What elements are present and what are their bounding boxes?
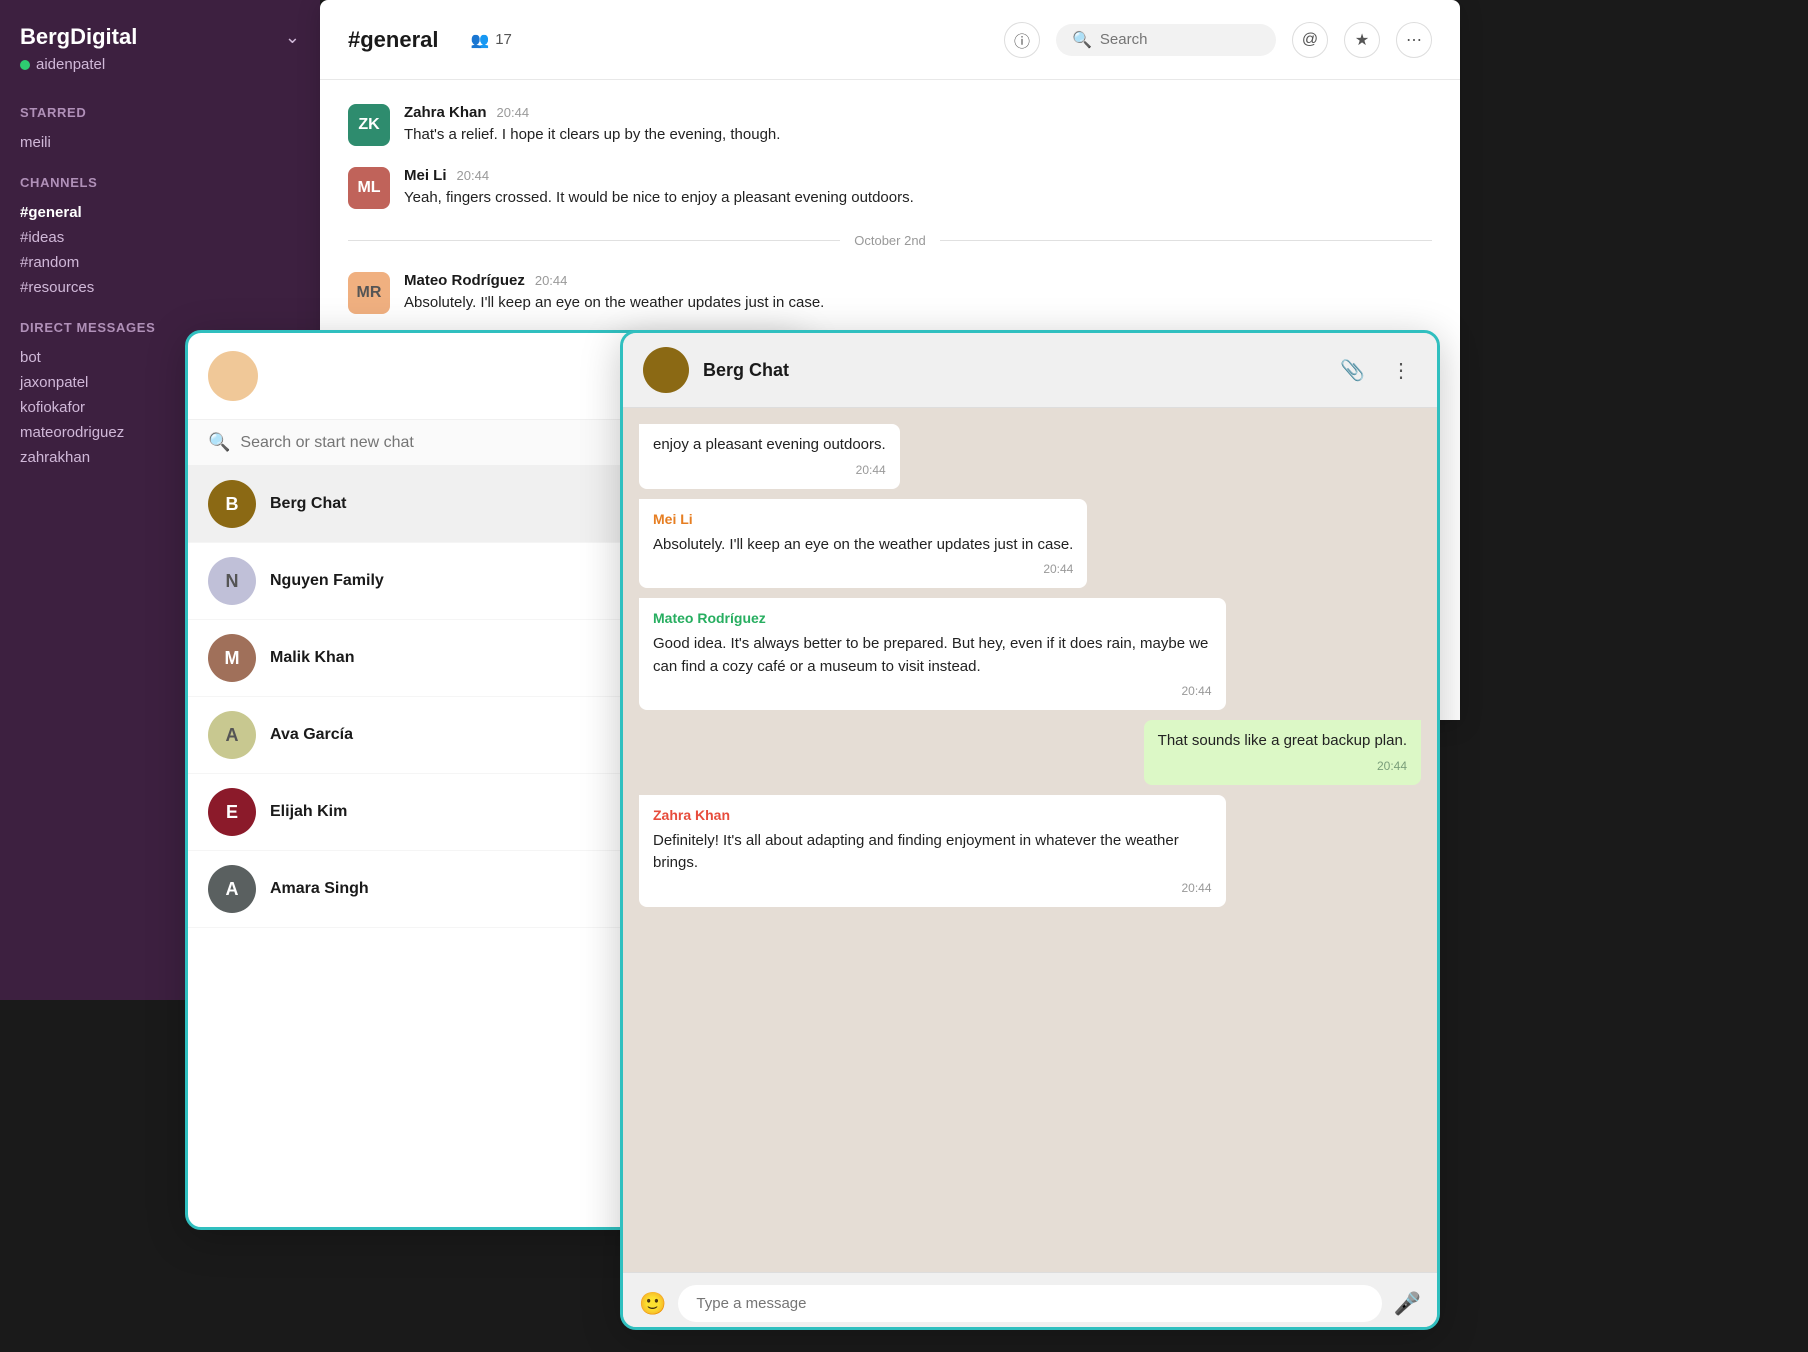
sender-name: Mei Li (404, 167, 447, 184)
table-row: enjoy a pleasant evening outdoors. 20:44 (639, 424, 900, 489)
message-text: Good idea. It's always better to be prep… (653, 633, 1212, 678)
table-row: Mateo Rodríguez Good idea. It's always b… (639, 598, 1226, 710)
avatar: ZK (348, 104, 390, 146)
avatar: MR (348, 272, 390, 314)
starred-section-label: STARRED (20, 105, 300, 120)
message-time: 20:44 (653, 560, 1073, 578)
avatar: A (208, 865, 256, 913)
search-icon: 🔍 (208, 432, 230, 453)
mention-icon[interactable]: @ (1292, 22, 1328, 58)
table-row: MR Mateo Rodríguez 20:44 Absolutely. I'l… (348, 272, 1432, 315)
channels-section-label: CHANNELS (20, 175, 300, 190)
workspace-title: BergDigital (20, 24, 137, 50)
emoji-icon[interactable]: 🙂 (639, 1291, 666, 1317)
avatar: E (208, 788, 256, 836)
sender-name: Zahra Khan (653, 805, 1212, 826)
table-row: That sounds like a great backup plan. 20… (1144, 720, 1421, 785)
avatar: N (208, 557, 256, 605)
chat-window-header: Berg Chat 📎 ⋮ (623, 333, 1437, 408)
sender-name: Mateo Rodríguez (653, 608, 1212, 629)
avatar (208, 351, 258, 401)
search-box[interactable]: 🔍 (1056, 24, 1276, 56)
sender-name: Zahra Khan (404, 104, 487, 121)
more-options-icon[interactable]: ⋮ (1385, 352, 1417, 389)
avatar: M (208, 634, 256, 682)
avatar (643, 347, 689, 393)
avatar: B (208, 480, 256, 528)
table-row: ZK Zahra Khan 20:44 That's a relief. I h… (348, 104, 1432, 147)
sidebar-item-resources[interactable]: #resources (20, 275, 300, 300)
attachment-icon[interactable]: 📎 (1334, 352, 1371, 389)
message-text: enjoy a pleasant evening outdoors. (653, 434, 886, 457)
message-text: That sounds like a great backup plan. (1158, 730, 1407, 753)
message-time: 20:44 (1158, 757, 1407, 775)
chat-window-title: Berg Chat (703, 360, 1320, 381)
chat-window-panel: Berg Chat 📎 ⋮ enjoy a pleasant evening o… (620, 330, 1440, 1330)
message-time: 20:44 (653, 879, 1212, 897)
message-time: 20:44 (653, 461, 886, 479)
online-status-icon (20, 60, 30, 70)
info-icon[interactable]: ⓘ (1004, 22, 1040, 58)
more-options-icon[interactable]: ⋯ (1396, 22, 1432, 58)
username-label: aidenpatel (36, 56, 105, 73)
message-text: Absolutely. I'll keep an eye on the weat… (404, 292, 1432, 315)
date-divider: October 2nd (348, 233, 1432, 248)
sidebar-item-general[interactable]: #general (20, 200, 300, 225)
chat-input-bar: 🙂 🎤 (623, 1272, 1437, 1330)
members-icon: 👥 (471, 31, 490, 49)
message-text: Absolutely. I'll keep an eye on the weat… (653, 534, 1073, 557)
message-input[interactable] (678, 1285, 1381, 1322)
sidebar-item-ideas[interactable]: #ideas (20, 225, 300, 250)
message-text: Definitely! It's all about adapting and … (653, 830, 1212, 875)
table-row: Mei Li Absolutely. I'll keep an eye on t… (639, 499, 1087, 589)
star-icon[interactable]: ★ (1344, 22, 1380, 58)
message-text: Yeah, fingers crossed. It would be nice … (404, 187, 1432, 210)
current-user: aidenpatel (20, 56, 300, 73)
search-icon: 🔍 (1072, 30, 1092, 50)
chevron-down-icon[interactable]: ⌄ (285, 27, 300, 48)
sender-name: Mateo Rodríguez (404, 272, 525, 289)
message-time: 20:44 (457, 168, 490, 183)
sidebar-item-meili[interactable]: meili (20, 130, 300, 155)
sidebar-header: BergDigital ⌄ (20, 24, 300, 50)
channel-name: #general (348, 27, 439, 53)
message-time: 20:44 (497, 105, 530, 120)
search-input[interactable] (1100, 31, 1240, 48)
table-row: ML Mei Li 20:44 Yeah, fingers crossed. I… (348, 167, 1432, 210)
chat-window-messages: enjoy a pleasant evening outdoors. 20:44… (623, 408, 1437, 1272)
avatar: A (208, 711, 256, 759)
microphone-icon[interactable]: 🎤 (1394, 1291, 1421, 1317)
main-chat-header: #general 👥 17 ⓘ 🔍 @ ★ ⋯ (320, 0, 1460, 80)
message-time: 20:44 (653, 682, 1212, 700)
member-count: 👥 17 (471, 31, 512, 49)
table-row: Zahra Khan Definitely! It's all about ad… (639, 795, 1226, 907)
member-count-value: 17 (495, 31, 512, 48)
sidebar-item-random[interactable]: #random (20, 250, 300, 275)
message-text: That's a relief. I hope it clears up by … (404, 124, 1432, 147)
avatar: ML (348, 167, 390, 209)
sender-name: Mei Li (653, 509, 1073, 530)
message-time: 20:44 (535, 273, 568, 288)
